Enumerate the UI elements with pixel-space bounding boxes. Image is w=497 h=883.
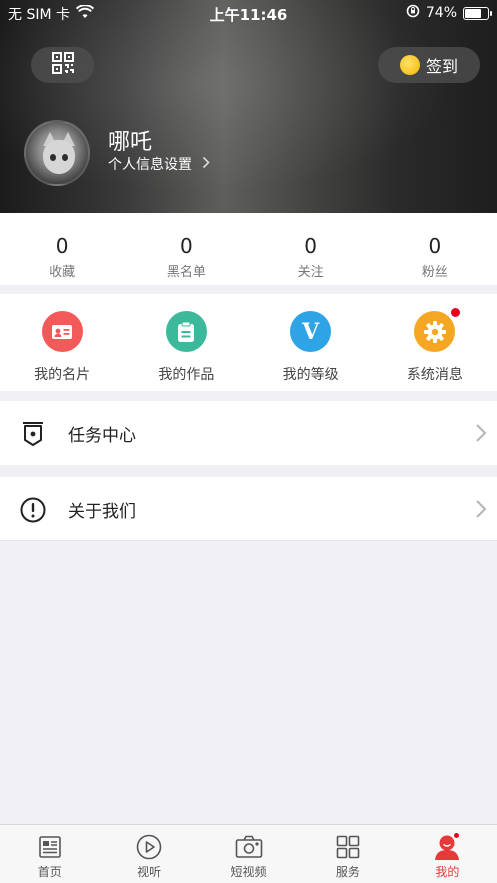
stat-value: 0 (180, 234, 193, 258)
action-label: 系统消息 (406, 367, 463, 383)
qr-code-button[interactable] (31, 47, 94, 83)
tab-audiovisual[interactable]: 视听 (99, 825, 198, 883)
tab-label: 服务 (335, 865, 360, 879)
stat-value: 0 (55, 234, 69, 258)
profile-settings-label: 个人信息设置 (108, 157, 192, 173)
battery-percent: 74% (425, 5, 457, 21)
v-level-icon: V (290, 311, 332, 352)
camera-icon (235, 833, 263, 861)
signin-button[interactable]: 签到 (378, 47, 480, 83)
divider (0, 540, 497, 541)
quick-actions: 我的名片 我的作品 V 我的等级 系统消息 (0, 294, 497, 391)
stat-label: 粉丝 (421, 265, 448, 280)
gear-icon (414, 311, 456, 352)
signin-label: 签到 (425, 57, 458, 76)
notification-badge (450, 308, 460, 317)
stat-value: 0 (304, 234, 317, 258)
row-label: 任务中心 (68, 425, 136, 446)
clipboard-icon (165, 311, 207, 352)
play-circle-icon (135, 833, 163, 861)
stat-following[interactable]: 0 关注 (249, 213, 373, 285)
row-about-us[interactable]: 关于我们 (0, 477, 497, 541)
tab-label: 短视频 (230, 865, 267, 879)
tab-services[interactable]: 服务 (298, 825, 397, 883)
coin-icon (399, 55, 420, 75)
chevron-right-icon (475, 499, 487, 523)
action-system-messages[interactable]: 系统消息 (373, 294, 497, 391)
action-my-level[interactable]: V 我的等级 (249, 294, 373, 391)
row-task-center[interactable]: 任务中心 (0, 401, 497, 465)
newspaper-icon (36, 833, 64, 861)
action-label: 我的作品 (158, 367, 215, 383)
shield-badge-icon (20, 421, 46, 447)
info-circle-icon (20, 497, 46, 523)
tab-mine[interactable]: 我的 (398, 825, 497, 883)
username: 哪吒 (108, 130, 153, 155)
status-bar: 无 SIM 卡 上午11:46 74% (0, 0, 497, 26)
tab-home[interactable]: 首页 (0, 825, 99, 883)
notification-badge (452, 832, 460, 839)
stat-favorites[interactable]: 0 收藏 (0, 213, 124, 285)
row-label: 关于我们 (68, 501, 136, 522)
chevron-right-icon (202, 156, 210, 173)
grid-icon (334, 833, 362, 861)
battery-icon (463, 6, 492, 20)
stat-label: 关注 (297, 265, 324, 280)
id-card-icon (41, 311, 83, 352)
stat-blacklist[interactable]: 0 黑名单 (124, 213, 248, 285)
action-my-card[interactable]: 我的名片 (0, 294, 124, 391)
stats-bar: 0 收藏 0 黑名单 0 关注 0 粉丝 (0, 213, 497, 285)
tab-bar: 首页 视听 短视频 服务 我的 (0, 824, 497, 883)
qr-code-icon (51, 52, 74, 78)
tab-label: 视听 (137, 865, 162, 879)
profile-header: 无 SIM 卡 上午11:46 74% 签到 哪吒 个人信息设置 (0, 0, 497, 213)
action-label: 我的等级 (282, 367, 339, 383)
rotation-lock-icon (406, 4, 420, 22)
chevron-right-icon (475, 423, 487, 447)
stat-fans[interactable]: 0 粉丝 (373, 213, 497, 285)
stat-label: 收藏 (49, 265, 76, 280)
action-label: 我的名片 (34, 367, 91, 383)
action-my-works[interactable]: 我的作品 (124, 294, 248, 391)
stat-label: 黑名单 (166, 265, 206, 280)
tab-label: 我的 (435, 865, 460, 879)
avatar[interactable] (24, 120, 90, 186)
tab-short-video[interactable]: 短视频 (199, 825, 298, 883)
stat-value: 0 (428, 234, 442, 258)
profile-settings-link[interactable]: 个人信息设置 (108, 154, 210, 174)
tab-label: 首页 (37, 865, 62, 879)
